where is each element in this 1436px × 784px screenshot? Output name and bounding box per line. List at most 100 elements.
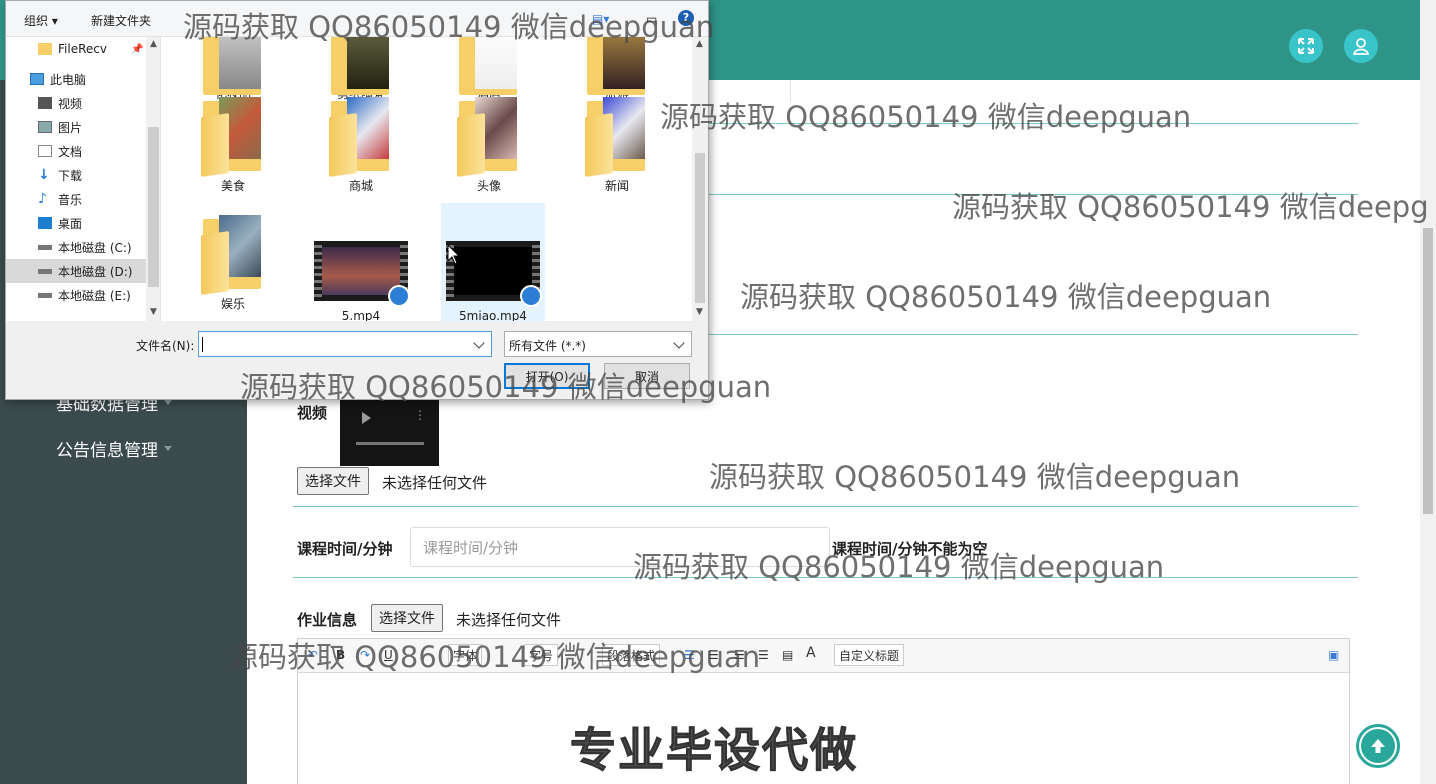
computer-icon bbox=[30, 73, 44, 85]
page-scrollbar[interactable] bbox=[1420, 0, 1436, 784]
view-options-icon[interactable]: ▤▾ bbox=[592, 12, 609, 26]
divider bbox=[790, 80, 791, 102]
files-view: 化妆品 剪纸陶瓷 酒店 旅游 美食 商城 头像 新闻 bbox=[161, 37, 692, 321]
align-center-icon[interactable]: ☰ bbox=[708, 648, 719, 662]
filter-selected-value: 所有文件 (*.*) bbox=[509, 339, 586, 353]
folder-item[interactable]: 化妆品 bbox=[181, 37, 285, 102]
drive-icon bbox=[38, 244, 52, 250]
nav-item-downloads[interactable]: ↓ 下载 bbox=[6, 163, 146, 187]
nav-item-label: 图片 bbox=[58, 120, 83, 135]
folder-item[interactable]: 娱乐 bbox=[181, 213, 285, 312]
font-size-select[interactable]: 字号 bbox=[524, 644, 559, 666]
organize-label: 组织 bbox=[24, 14, 49, 28]
nav-item-music[interactable]: ♪ 音乐 bbox=[6, 187, 146, 211]
navigation-pane: FileRecv 📌 此电脑 视频 图片 文档 ↓ 下载 ♪ 音乐 桌面 本地磁… bbox=[6, 37, 161, 321]
open-button[interactable]: 打开(O) bbox=[504, 363, 590, 389]
nav-item-label: 本地磁盘 (C:) bbox=[58, 240, 132, 255]
font-family-select[interactable]: 字体 bbox=[448, 644, 483, 666]
preview-icon[interactable]: ▣ bbox=[1328, 648, 1339, 662]
video-file-item[interactable]: 5.mp4 bbox=[309, 213, 413, 321]
scrollbar-thumb[interactable] bbox=[695, 153, 705, 303]
scroll-down-icon[interactable]: ▼ bbox=[696, 307, 703, 317]
file-name: 5miao.mp4 bbox=[459, 309, 527, 321]
file-type-filter-select[interactable]: 所有文件 (*.*) bbox=[504, 331, 692, 357]
bold-button[interactable]: B bbox=[336, 648, 345, 662]
scrollbar-thumb[interactable] bbox=[148, 127, 159, 287]
scroll-to-top-button[interactable] bbox=[1356, 724, 1400, 768]
form-divider bbox=[293, 577, 1358, 578]
documents-folder-icon bbox=[38, 145, 52, 157]
video-choose-file-button[interactable]: 选择文件 bbox=[297, 467, 369, 495]
video-thumbnail bbox=[314, 241, 410, 307]
undo-icon[interactable]: ↶ bbox=[308, 648, 318, 662]
nav-item-label: 此电脑 bbox=[50, 72, 87, 87]
nav-item-documents[interactable]: 文档 bbox=[6, 139, 146, 163]
course-time-input[interactable]: 课程时间/分钟 bbox=[410, 527, 830, 567]
video-label: 视频 bbox=[297, 404, 328, 422]
form-divider bbox=[660, 334, 1358, 335]
font-color-button[interactable]: A bbox=[806, 645, 816, 661]
folder-item[interactable]: 美食 bbox=[181, 95, 285, 194]
scrollbar-thumb[interactable] bbox=[1423, 228, 1433, 514]
nav-item-this-pc[interactable]: 此电脑 bbox=[6, 67, 146, 91]
custom-heading-select[interactable]: 自定义标题 bbox=[834, 644, 905, 666]
folder-item[interactable]: 商城 bbox=[309, 95, 413, 194]
align-right-icon[interactable]: ☰ bbox=[734, 648, 745, 662]
course-time-label: 课程时间/分钟 bbox=[297, 540, 393, 558]
preview-pane-icon[interactable]: ▭ bbox=[646, 12, 657, 26]
homework-choose-file-button[interactable]: 选择文件 bbox=[371, 604, 443, 632]
nav-scrollbar[interactable]: ▲ ▼ bbox=[146, 37, 160, 321]
video-player[interactable]: ⋮ bbox=[340, 398, 439, 466]
cancel-button[interactable]: 取消 bbox=[604, 363, 690, 389]
folder-item[interactable]: 头像 bbox=[437, 95, 541, 194]
scroll-up-icon[interactable]: ▲ bbox=[696, 39, 703, 49]
sidebar-item-notices[interactable]: 公告信息管理 bbox=[56, 436, 172, 461]
nav-item-label: 视频 bbox=[58, 96, 83, 111]
nav-item-filerecv[interactable]: FileRecv 📌 bbox=[6, 37, 146, 61]
video-folder-icon bbox=[38, 97, 52, 109]
nav-item-drive-c[interactable]: 本地磁盘 (C:) bbox=[6, 235, 146, 259]
nav-item-label: 文档 bbox=[58, 144, 83, 159]
new-folder-button[interactable]: 新建文件夹 bbox=[91, 12, 151, 29]
align-justify-icon[interactable]: ☰ bbox=[758, 648, 769, 662]
folder-item[interactable]: 剪纸陶瓷 bbox=[309, 37, 413, 102]
nav-item-drive-e[interactable]: 本地磁盘 (E:) bbox=[6, 283, 146, 307]
editor-content-text: 专业毕设代做 bbox=[570, 723, 858, 778]
folder-item[interactable]: 酒店 bbox=[437, 37, 541, 102]
music-icon: ♪ bbox=[38, 191, 47, 207]
underline-icon[interactable]: U bbox=[384, 648, 393, 662]
scroll-up-icon[interactable]: ▲ bbox=[150, 39, 157, 49]
dialog-toolbar: 组织 ▾ 新建文件夹 ▤▾ ▭ ? bbox=[6, 1, 708, 37]
drive-icon bbox=[38, 292, 52, 298]
paragraph-format-select[interactable]: 段落格式 bbox=[602, 644, 661, 666]
user-profile-button[interactable] bbox=[1344, 29, 1378, 63]
mouse-cursor-icon bbox=[447, 244, 461, 265]
media-player-icon bbox=[520, 285, 542, 307]
filename-input[interactable] bbox=[198, 331, 492, 357]
align-left-icon[interactable]: ☰ bbox=[684, 648, 695, 662]
user-icon bbox=[1352, 38, 1370, 55]
course-time-error: 课程时间/分钟不能为空 bbox=[832, 540, 988, 558]
nav-item-videos[interactable]: 视频 bbox=[6, 91, 146, 115]
files-scrollbar[interactable]: ▲ ▼ bbox=[692, 37, 708, 321]
organize-menu[interactable]: 组织 ▾ bbox=[24, 12, 58, 29]
folder-item[interactable]: 旅游 bbox=[565, 37, 669, 102]
pin-icon: 📌 bbox=[130, 43, 144, 55]
nav-item-desktop[interactable]: 桌面 bbox=[6, 211, 146, 235]
nav-item-label: 本地磁盘 (E:) bbox=[58, 288, 131, 303]
file-name: 商城 bbox=[348, 179, 373, 193]
folder-item[interactable]: 新闻 bbox=[565, 95, 669, 194]
redo-icon[interactable]: ↷ bbox=[360, 648, 370, 662]
download-icon: ↓ bbox=[38, 167, 50, 183]
help-icon[interactable]: ? bbox=[678, 10, 694, 26]
file-name: 新闻 bbox=[604, 179, 629, 193]
chevron-down-icon[interactable] bbox=[473, 337, 485, 349]
form-divider bbox=[660, 123, 1358, 124]
list-icon[interactable]: ▤ bbox=[782, 648, 793, 662]
nav-item-drive-d[interactable]: 本地磁盘 (D:) bbox=[6, 259, 146, 283]
file-open-dialog: 组织 ▾ 新建文件夹 ▤▾ ▭ ? FileRecv 📌 此电脑 视频 图片 文… bbox=[5, 0, 709, 400]
pictures-folder-icon bbox=[38, 121, 52, 133]
scroll-down-icon[interactable]: ▼ bbox=[150, 307, 157, 317]
fullscreen-button[interactable] bbox=[1289, 29, 1323, 63]
nav-item-pictures[interactable]: 图片 bbox=[6, 115, 146, 139]
